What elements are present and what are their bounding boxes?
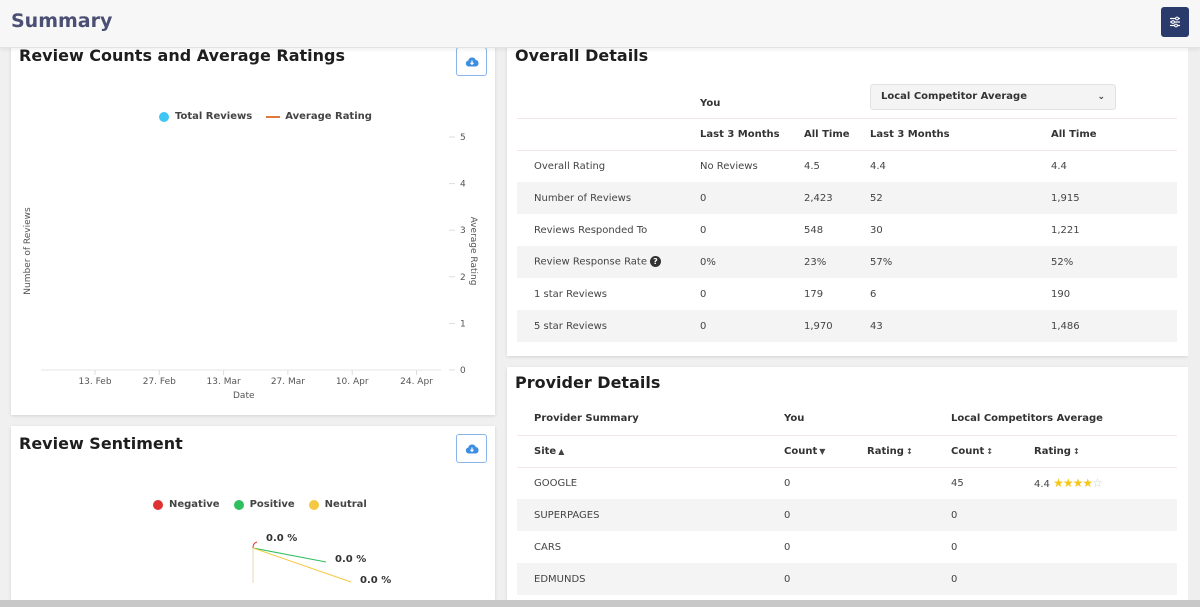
sort-site[interactable]: Site ▲︎ <box>517 435 767 468</box>
table-row: Number of Reviews 0 2,423 52 1,915 <box>517 182 1177 214</box>
table-row: GOOGLE 0 45 4.4 ★★★★☆ <box>534 476 1103 491</box>
table-row: Review Response Rate? 0% 23% 57% 52% <box>517 246 1177 278</box>
sort-comp-rating[interactable]: Rating ↕ <box>1017 435 1177 468</box>
star-icon: ★ <box>1082 476 1093 491</box>
sort-icon: ↕ <box>1072 446 1080 456</box>
vertical-scrollbar[interactable] <box>1188 48 1200 600</box>
filter-button[interactable] <box>1161 7 1189 37</box>
review-counts-chart: 0 1 2 3 4 5 13. Feb 27. Feb 13. Mar 27. Mar 10. Ap… <box>41 133 466 387</box>
x-tick-label: 27. Feb <box>143 377 176 387</box>
y-right-tick-label: 1 <box>460 319 466 329</box>
col-comp-all-time: All Time <box>1034 118 1177 151</box>
x-tick-label: 24. Apr <box>400 377 433 387</box>
y-axis-left-label: Number of Reviews <box>23 207 33 295</box>
group-header-you: You <box>767 403 934 436</box>
overall-details-card: Overall Details You Local Competitor Ave… <box>507 40 1188 356</box>
col-you-all-time: All Time <box>787 118 853 151</box>
sliders-icon <box>1170 16 1180 28</box>
group-header-competitors: Local Competitors Average <box>934 403 1177 436</box>
sort-comp-count[interactable]: Count ↕ <box>934 435 1017 468</box>
table-row: Reviews Responded To 0 548 30 1,221 <box>534 224 1080 236</box>
star-icon: ★ <box>1072 476 1084 491</box>
competitor-select[interactable]: Local Competitor Average ⌄ <box>870 83 1116 110</box>
page-header: Summary <box>0 0 1200 48</box>
col-comp-last-3-months: Last 3 Months <box>853 118 1034 151</box>
table-row: EDMUNDS 0 0 <box>517 563 1177 595</box>
sort-icon: ↕ <box>986 446 993 456</box>
pie-data-label-neutral: 0.0 % <box>360 575 391 586</box>
x-tick-label: 13. Mar <box>207 377 241 387</box>
x-tick-label: 13. Feb <box>78 377 111 387</box>
x-tick-label: 27. Mar <box>271 377 305 387</box>
star-icon: ★ <box>1053 476 1064 491</box>
col-you-last-3-months: Last 3 Months <box>683 118 787 151</box>
you-header: You <box>683 76 787 119</box>
overall-details-table: You Local Competitor Average ⌄ Last 3 Mo… <box>517 76 1177 342</box>
review-sentiment-card: Review Sentiment Negative Positive Neutr… <box>11 426 495 600</box>
y-right-tick-label: 0 <box>460 366 466 376</box>
table-row: SUPERPAGES 0 0 <box>517 499 1177 531</box>
y-right-tick-label: 5 <box>460 133 466 143</box>
table-row: CARS 0 0 <box>534 541 958 553</box>
table-row: Overall Rating No Reviews 4.5 4.4 4.4 <box>534 160 1067 172</box>
help-icon[interactable]: ? <box>650 256 661 268</box>
sort-icon: ↕ <box>905 446 913 456</box>
table-row: 5 star Reviews 0 1,970 43 1,486 <box>517 310 1177 342</box>
pie-leader-line-positive <box>252 547 327 563</box>
group-header-provider-summary: Provider Summary <box>517 403 767 436</box>
y-right-tick-label: 2 <box>460 273 466 283</box>
page-title: Summary <box>11 10 113 32</box>
x-axis-label: Date <box>233 391 255 401</box>
y-axis-right-label: Average Rating <box>468 216 478 286</box>
star-icon: ★ <box>1062 476 1074 491</box>
pie-slice-negative <box>252 541 258 549</box>
pie-data-label-positive: 0.0 % <box>335 554 366 565</box>
horizontal-scrollbar[interactable] <box>0 600 1200 607</box>
review-counts-card: Review Counts and Average Ratings Total … <box>11 40 495 415</box>
y-right-tick-label: 3 <box>460 226 466 236</box>
star-rating: ★★★★☆ <box>1053 476 1103 491</box>
sort-icon: ▲︎ <box>558 446 565 456</box>
pie-data-label-negative: 0.0 % <box>266 533 297 544</box>
chevron-down-icon: ⌄ <box>1097 91 1105 102</box>
x-tick-label: 10. Apr <box>336 377 369 387</box>
provider-details-title: Provider Details <box>515 373 661 392</box>
overall-details-title: Overall Details <box>515 46 649 65</box>
sort-desc-icon: ▼ <box>819 446 826 456</box>
provider-details-table: Provider Summary You Local Competitors A… <box>517 403 1177 595</box>
table-row: 1 star Reviews 0 179 6 190 <box>534 288 1071 300</box>
sort-you-count[interactable]: Count ▼ <box>767 435 850 468</box>
sort-you-rating[interactable]: Rating ↕ <box>850 435 934 468</box>
y-right-tick-label: 4 <box>460 180 466 190</box>
provider-details-card: Provider Details Provider Summary You Lo… <box>507 367 1188 600</box>
sentiment-pie-chart: 0.0 % 0.0 % 0.0 % <box>252 533 391 586</box>
star-empty-icon: ☆ <box>1092 476 1103 491</box>
